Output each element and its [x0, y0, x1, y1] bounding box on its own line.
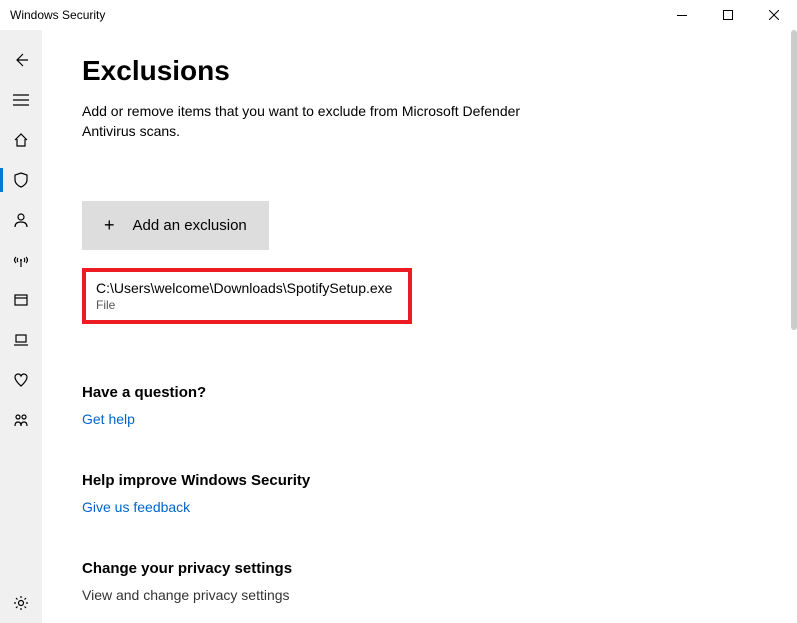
back-button[interactable] — [0, 40, 42, 80]
maximize-button[interactable] — [705, 0, 751, 30]
antenna-icon — [13, 252, 29, 268]
window-controls — [659, 0, 797, 30]
improve-heading: Help improve Windows Security — [82, 472, 757, 489]
maximize-icon — [723, 10, 733, 20]
sidebar-item-firewall[interactable] — [0, 240, 42, 280]
question-heading: Have a question? — [82, 384, 757, 401]
minimize-icon — [677, 15, 687, 16]
sidebar-item-family[interactable] — [0, 400, 42, 440]
exclusion-type: File — [96, 298, 398, 312]
hamburger-icon — [13, 94, 29, 106]
close-icon — [769, 10, 779, 20]
exclusion-item[interactable]: C:\Users\welcome\Downloads\SpotifySetup.… — [82, 268, 412, 324]
page-title: Exclusions — [82, 55, 757, 87]
sidebar-item-settings[interactable] — [0, 583, 42, 623]
main-content: Exclusions Add or remove items that you … — [42, 30, 797, 623]
person-icon — [13, 212, 29, 228]
minimize-button[interactable] — [659, 0, 705, 30]
plus-icon: + — [104, 215, 115, 236]
add-exclusion-label: Add an exclusion — [133, 217, 247, 234]
laptop-icon — [13, 332, 29, 348]
back-arrow-icon — [13, 52, 29, 68]
sidebar-item-app-control[interactable] — [0, 280, 42, 320]
home-icon — [13, 132, 29, 148]
get-help-link[interactable]: Get help — [82, 411, 135, 427]
sidebar — [0, 30, 42, 623]
menu-button[interactable] — [0, 80, 42, 120]
sidebar-item-home[interactable] — [0, 120, 42, 160]
sidebar-item-device-security[interactable] — [0, 320, 42, 360]
privacy-text: View and change privacy settings — [82, 587, 757, 603]
exclusion-path: C:\Users\welcome\Downloads\SpotifySetup.… — [96, 280, 398, 296]
sidebar-item-account[interactable] — [0, 200, 42, 240]
scrollbar[interactable] — [791, 30, 797, 330]
titlebar: Windows Security — [0, 0, 797, 30]
sidebar-item-device-health[interactable] — [0, 360, 42, 400]
window-title: Windows Security — [10, 8, 659, 22]
heart-icon — [13, 372, 29, 388]
shield-icon — [13, 172, 29, 188]
add-exclusion-button[interactable]: + Add an exclusion — [82, 201, 269, 250]
privacy-heading: Change your privacy settings — [82, 560, 757, 577]
sidebar-item-virus-protection[interactable] — [0, 160, 42, 200]
close-button[interactable] — [751, 0, 797, 30]
gear-icon — [13, 595, 29, 611]
app-window-icon — [13, 292, 29, 308]
page-subtitle: Add or remove items that you want to exc… — [82, 102, 572, 141]
family-icon — [13, 412, 29, 428]
feedback-link[interactable]: Give us feedback — [82, 499, 190, 515]
